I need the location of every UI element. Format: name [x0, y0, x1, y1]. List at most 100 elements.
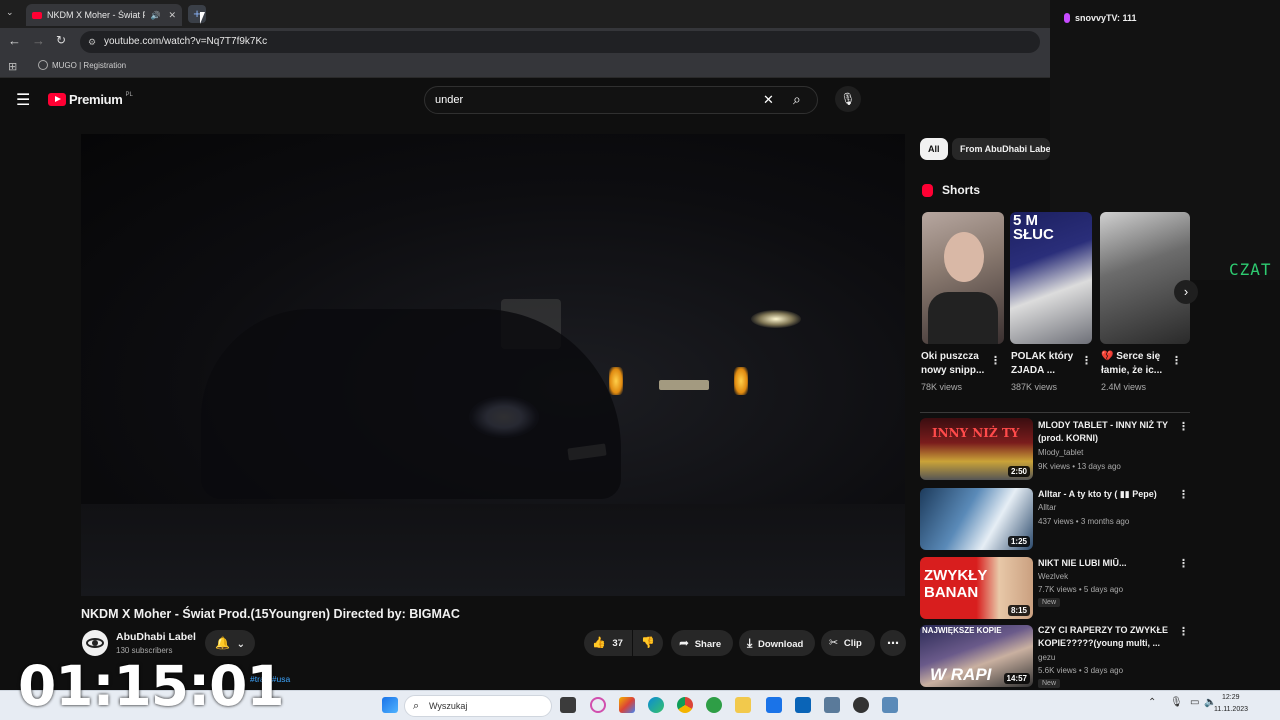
- chat-side-label: CZAT: [1229, 260, 1272, 279]
- thumbs-up-icon: 👍: [592, 637, 606, 649]
- more-vert-icon[interactable]: ⋮: [990, 354, 1001, 368]
- volume-icon[interactable]: 🔈: [1204, 697, 1216, 708]
- tab-search-chevron-icon[interactable]: ⌄: [6, 7, 14, 18]
- edge-icon[interactable]: [648, 697, 664, 713]
- channel-name-link[interactable]: Mlody_tablet: [1038, 448, 1083, 457]
- more-vert-icon[interactable]: ⋮: [1178, 557, 1189, 571]
- short-thumbnail[interactable]: [922, 212, 1004, 344]
- more-vert-icon[interactable]: ⋮: [1178, 420, 1189, 434]
- more-vert-icon[interactable]: ⋮: [1081, 354, 1092, 368]
- site-info-icon[interactable]: ⚙: [88, 31, 96, 53]
- video-thumbnail[interactable]: NAJWIĘKSZE KOPIE W RAPI 14:57: [920, 625, 1033, 687]
- clock-time[interactable]: 12:29: [1222, 694, 1240, 701]
- short-title[interactable]: POLAK który ZJADA ...: [1011, 350, 1085, 378]
- more-actions-button[interactable]: ⋯: [880, 630, 906, 656]
- search-icon[interactable]: ⌕: [793, 86, 801, 112]
- clock-date[interactable]: 11.11.2023: [1214, 706, 1248, 713]
- search-input[interactable]: under ✕ ⌕: [424, 86, 818, 114]
- thumbnail-text: W RAPI: [930, 665, 992, 684]
- chip-all[interactable]: All: [920, 138, 948, 160]
- more-vert-icon[interactable]: ⋮: [1171, 354, 1182, 368]
- short-thumb-text: 5 M SŁUC: [1013, 212, 1054, 243]
- video-thumbnail[interactable]: INNY NIŻ TY 2:50: [920, 418, 1033, 480]
- tail-light-left: [609, 367, 623, 395]
- clear-search-icon[interactable]: ✕: [763, 87, 774, 113]
- vpn-icon[interactable]: [706, 697, 722, 713]
- logo-text: Premium: [69, 92, 123, 107]
- thumbs-down-icon: 👎: [641, 637, 655, 649]
- back-icon[interactable]: ←: [8, 33, 21, 48]
- video-duration: 8:15: [1007, 605, 1030, 616]
- reload-icon[interactable]: ↻: [56, 33, 66, 47]
- porch-light: [751, 310, 801, 328]
- video-title-link[interactable]: Alltar - A ty kto ty ( ▮▮ Pepe): [1038, 488, 1176, 501]
- audio-icon[interactable]: 🔊: [150, 11, 160, 20]
- youtube-favicon-icon: [32, 11, 42, 19]
- video-thumbnail[interactable]: ZWYKŁY BANAN 8:15: [920, 557, 1033, 619]
- network-icon[interactable]: ▭: [1190, 697, 1199, 708]
- bookmarks-bar: ⊞ MUGO | Registration: [0, 56, 1050, 78]
- like-count: 37: [612, 638, 623, 649]
- chevron-down-icon: ⌄: [236, 639, 245, 650]
- monitor-app-icon[interactable]: [882, 697, 898, 713]
- channel-name-link[interactable]: gezu: [1038, 653, 1055, 662]
- file-explorer-icon[interactable]: [735, 697, 751, 713]
- download-label: Download: [757, 639, 804, 650]
- ground: [81, 504, 905, 596]
- dislike-button[interactable]: 👎: [633, 630, 663, 656]
- copilot-icon[interactable]: [619, 697, 635, 713]
- video-title-link[interactable]: NIKT NIE LUBI MIŪ...: [1038, 557, 1176, 570]
- store-icon[interactable]: [766, 697, 782, 713]
- voice-search-icon[interactable]: 🎙: [835, 86, 861, 112]
- video-player[interactable]: [81, 134, 905, 596]
- more-vert-icon[interactable]: ⋮: [1178, 625, 1189, 639]
- download-button[interactable]: ⤓ Download: [739, 630, 815, 656]
- chip-from-channel[interactable]: From AbuDhabi Label: [952, 138, 1050, 160]
- apps-grid-icon[interactable]: ⊞: [8, 60, 17, 73]
- url-bar[interactable]: ⚙ youtube.com/watch?v=Nq7T7f9k7Kc: [80, 31, 1040, 53]
- short-views: 78K views: [921, 382, 963, 392]
- shorts-next-button[interactable]: ›: [1174, 280, 1198, 304]
- forward-icon[interactable]: →: [32, 33, 45, 48]
- tab-close-icon[interactable]: ✕: [168, 10, 176, 21]
- app-icon[interactable]: [590, 697, 606, 713]
- shorts-icon: [922, 184, 933, 197]
- task-view-icon[interactable]: [560, 697, 576, 713]
- search-box[interactable]: ⌕ Wyszukaj: [404, 695, 552, 717]
- video-meta: 7.7K views • 5 days ago: [1038, 585, 1124, 594]
- eye-icon: [86, 638, 104, 648]
- channel-name[interactable]: AbuDhabi Label: [116, 631, 196, 643]
- channel-name-link[interactable]: Wezlvek: [1038, 572, 1068, 581]
- obs-icon[interactable]: [853, 697, 869, 713]
- chrome-icon[interactable]: [677, 697, 693, 713]
- video-title-link[interactable]: MLODY TABLET - INNY NIŻ TY (prod. KORNI): [1038, 419, 1176, 445]
- clip-button[interactable]: ✂ Clip: [821, 630, 875, 656]
- video-meta: 437 views • 3 months ago: [1038, 517, 1130, 526]
- video-title: NKDM X Moher - Świat Prod.(15Youngren) D…: [81, 607, 460, 621]
- video-thumbnail[interactable]: 1:25: [920, 488, 1033, 550]
- microphone-icon[interactable]: 🎙: [1170, 697, 1183, 708]
- section-divider: [920, 412, 1190, 413]
- channel-name-link[interactable]: Alltar: [1038, 503, 1056, 512]
- bookmark-item[interactable]: MUGO | Registration: [38, 60, 126, 70]
- outlook-icon[interactable]: [795, 697, 811, 713]
- channel-avatar[interactable]: [82, 630, 108, 656]
- tray-chevron-icon[interactable]: ⌃: [1148, 697, 1156, 708]
- window-app-icon[interactable]: [824, 697, 840, 713]
- short-thumbnail[interactable]: [1100, 212, 1190, 344]
- bookmark-label: MUGO | Registration: [52, 60, 127, 70]
- menu-icon[interactable]: ☰: [16, 90, 30, 110]
- short-thumbnail[interactable]: 5 M SŁUC: [1010, 212, 1092, 344]
- browser-tab[interactable]: NKDM X Moher - Świat Pro 🔊 ✕: [26, 4, 182, 26]
- windows-start-icon[interactable]: [382, 697, 398, 713]
- short-title[interactable]: Oki puszcza nowy snipp...: [921, 350, 995, 378]
- video-title-link[interactable]: CZY CI RAPERZY TO ZWYKŁE KOPIE?????(youn…: [1038, 624, 1176, 650]
- thumbnail-text: INNY NIŻ TY: [932, 426, 1020, 440]
- youtube-logo[interactable]: Premium PL: [48, 92, 133, 107]
- like-button[interactable]: 👍 37: [584, 630, 632, 656]
- share-button[interactable]: ➦ Share: [671, 630, 733, 656]
- url-text: youtube.com/watch?v=Nq7T7f9k7Kc: [104, 36, 268, 47]
- short-title[interactable]: 💔 Serce się łamie, że ic...: [1101, 350, 1175, 378]
- more-vert-icon[interactable]: ⋮: [1178, 488, 1189, 502]
- notification-bell-button[interactable]: 🔔 ⌄: [205, 630, 255, 656]
